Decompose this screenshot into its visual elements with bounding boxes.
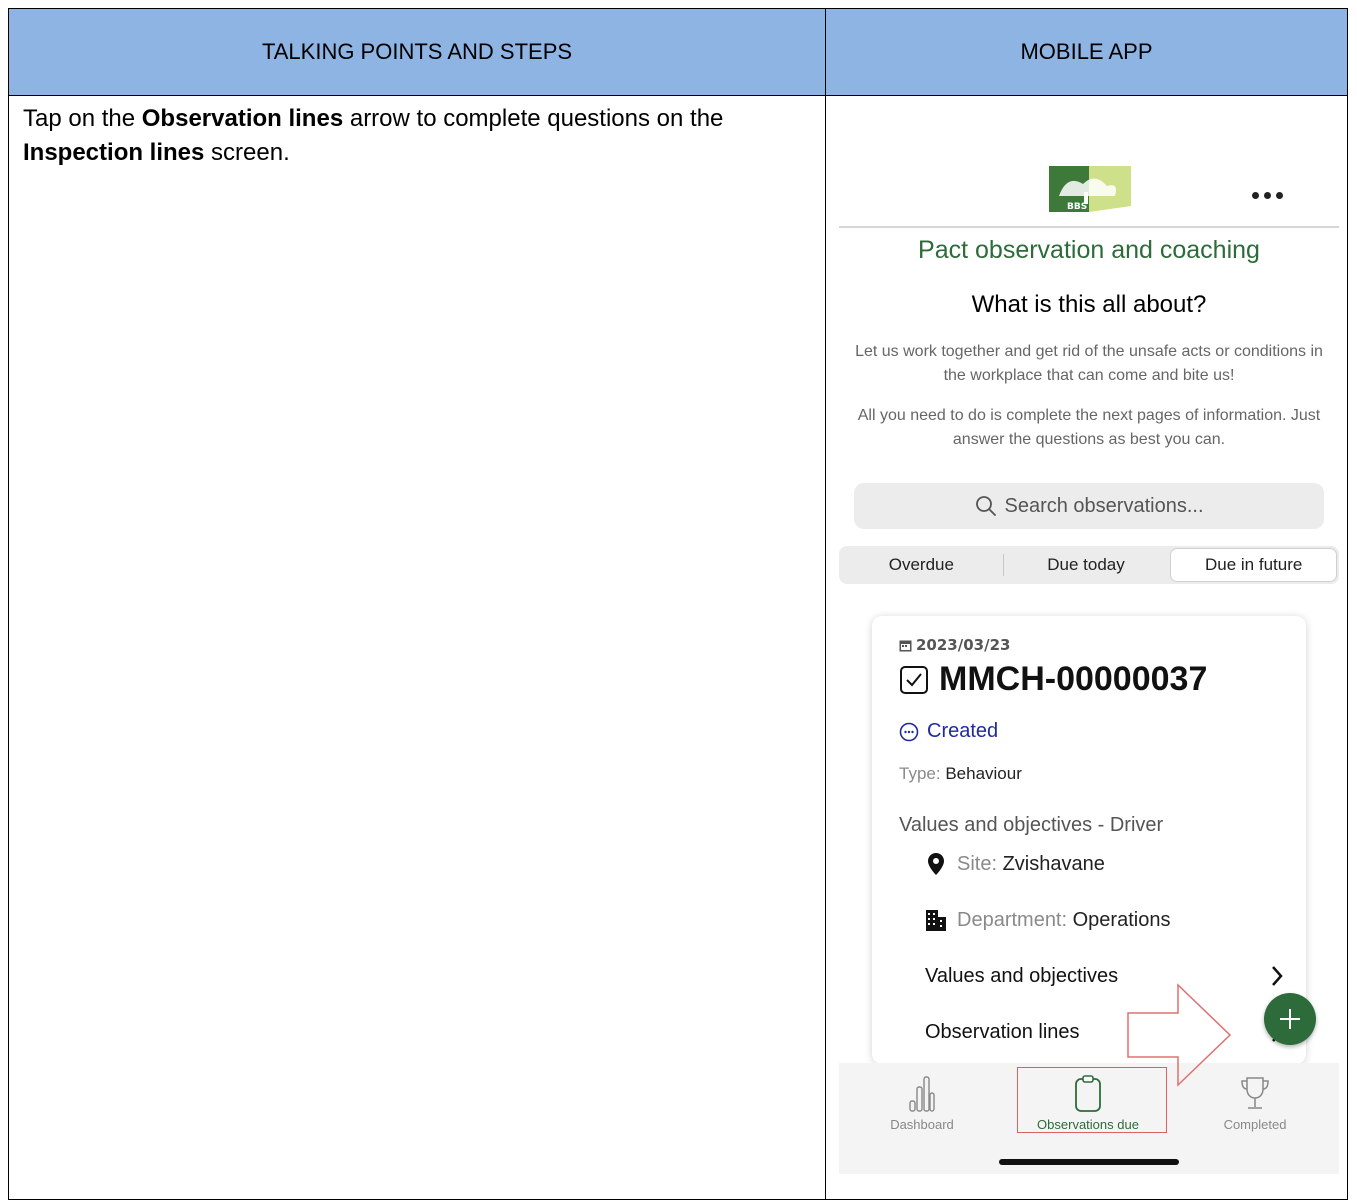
observation-date: 2023/03/23 (899, 636, 1010, 654)
add-observation-button[interactable] (1264, 993, 1316, 1045)
trophy-icon (1241, 1077, 1269, 1109)
about-heading: What is this all about? (971, 291, 1207, 318)
intro-paragraph-2: All you need to do is complete the next … (857, 407, 1321, 448)
observation-type: Type: Behaviour (899, 764, 1022, 783)
bottom-navigation: Dashboard Observations due Completed (839, 1063, 1339, 1174)
bar-chart-icon (909, 1076, 935, 1112)
home-indicator (999, 1159, 1179, 1165)
search-icon (975, 496, 996, 516)
tab-overdue[interactable]: Overdue (839, 546, 1004, 584)
tab-due-today[interactable]: Due today (1004, 546, 1169, 584)
nav-dashboard[interactable]: Dashboard (839, 1063, 1005, 1132)
plus-icon (1280, 1009, 1300, 1029)
status-ellipsis-icon (899, 722, 919, 741)
search-input[interactable]: Search observations... (854, 483, 1324, 529)
observation-id: MMCH-00000037 (899, 660, 1207, 699)
search-placeholder: Search observations... (1004, 494, 1204, 517)
app-title: Pact observation and coaching (918, 236, 1260, 264)
values-title: Values and objectives - Driver (899, 814, 1164, 836)
site-row: Site: Zvishavane (925, 852, 1105, 876)
building-icon (926, 910, 946, 931)
location-pin-icon (928, 853, 944, 875)
intro-paragraph-1: Let us work together and get rid of the … (855, 343, 1323, 384)
tab-due-in-future[interactable]: Due in future (1170, 548, 1338, 582)
inspection-lines-emphasis: Inspection lines (23, 139, 205, 166)
observation-card[interactable]: 2023/03/23 MMCH-00000037 Created Type: B… (872, 616, 1306, 1064)
header-talking-points: TALKING POINTS AND STEPS (8, 8, 826, 96)
header-mobile-app: MOBILE APP (825, 8, 1348, 96)
phone-screenshot: BBS Pact observation and coaching What i… (839, 128, 1339, 1174)
talking-points-cell: Tap on the Observation lines arrow to co… (8, 95, 826, 1200)
observation-lines-emphasis: Observation lines (141, 105, 344, 132)
app-top-bar: BBS (839, 128, 1339, 228)
department-row: Department: Operations (925, 908, 1170, 932)
status-badge: Created (899, 720, 998, 743)
calendar-icon (899, 640, 912, 651)
bbs-logo-icon: BBS (1049, 166, 1131, 212)
svg-text:BBS: BBS (1067, 202, 1087, 212)
more-options-icon[interactable] (1252, 184, 1292, 199)
pointer-arrow-annotation (1127, 983, 1232, 1087)
instruction-text: Tap on the Observation lines arrow to co… (23, 105, 724, 166)
chevron-right-icon (1272, 966, 1283, 986)
due-filter-tabs: Overdue Due today Due in future (839, 546, 1339, 584)
checkbox-icon (900, 665, 928, 694)
